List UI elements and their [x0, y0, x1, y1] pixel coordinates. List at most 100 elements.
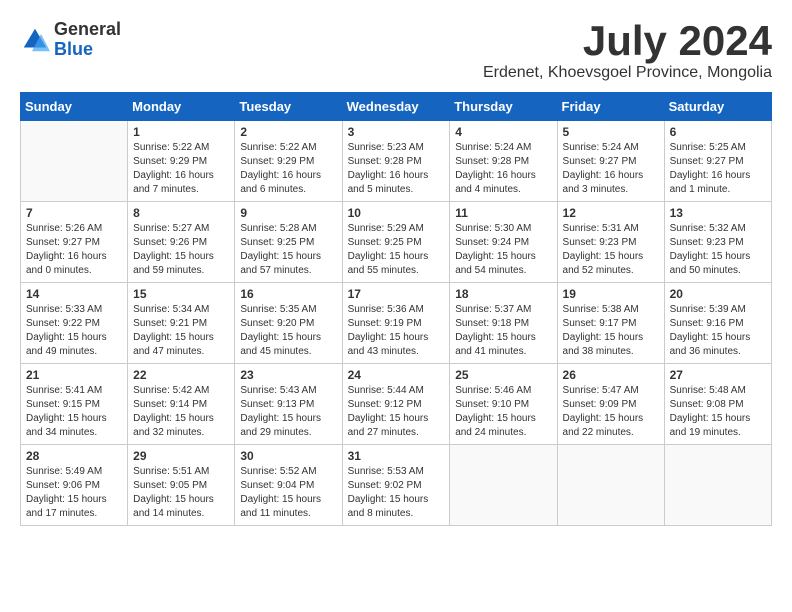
table-row: 6 Sunrise: 5:25 AM Sunset: 9:27 PM Daylig…: [664, 121, 771, 202]
day-number: 10: [348, 206, 445, 220]
day-number: 27: [670, 368, 766, 382]
day-number: 19: [563, 287, 659, 301]
header: General Blue July 2024 Erdenet, Khoevsgo…: [20, 20, 772, 82]
day-info: Sunrise: 5:44 AM Sunset: 9:12 PM Dayligh…: [348, 384, 445, 440]
table-row: 20 Sunrise: 5:39 AM Sunset: 9:16 PM Dayli…: [664, 283, 771, 364]
table-row: 10 Sunrise: 5:29 AM Sunset: 9:25 PM Dayli…: [342, 202, 450, 283]
table-row: 30Sunrise: 5:52 AM Sunset: 9:04 PM Dayli…: [235, 445, 342, 526]
day-number: 9: [240, 206, 336, 220]
day-number: 26: [563, 368, 659, 382]
day-number: 1: [133, 125, 229, 139]
table-row: [21, 121, 128, 202]
table-row: 11Sunrise: 5:30 AM Sunset: 9:24 PM Dayli…: [450, 202, 557, 283]
header-monday: Monday: [128, 93, 235, 121]
table-row: 21 Sunrise: 5:41 AM Sunset: 9:15 PM Dayli…: [21, 364, 128, 445]
day-number: 2: [240, 125, 336, 139]
header-saturday: Saturday: [664, 93, 771, 121]
day-info: Sunrise: 5:24 AM Sunset: 9:28 PM Dayligh…: [455, 141, 551, 197]
day-info: Sunrise: 5:33 AM Sunset: 9:22 PM Dayligh…: [26, 303, 122, 359]
day-info: Sunrise: 5:41 AM Sunset: 9:15 PM Dayligh…: [26, 384, 122, 440]
day-info: Sunrise: 5:27 AM Sunset: 9:26 PM Dayligh…: [133, 222, 229, 278]
table-row: 22Sunrise: 5:42 AM Sunset: 9:14 PM Dayli…: [128, 364, 235, 445]
table-row: 1 Sunrise: 5:22 AM Sunset: 9:29 PM Daylig…: [128, 121, 235, 202]
day-info: Sunrise: 5:47 AM Sunset: 9:09 PM Dayligh…: [563, 384, 659, 440]
day-info: Sunrise: 5:48 AM Sunset: 9:08 PM Dayligh…: [670, 384, 766, 440]
day-info: Sunrise: 5:36 AM Sunset: 9:19 PM Dayligh…: [348, 303, 445, 359]
table-row: 23 Sunrise: 5:43 AM Sunset: 9:13 PM Dayli…: [235, 364, 342, 445]
day-number: 18: [455, 287, 551, 301]
day-number: 16: [240, 287, 336, 301]
logo-blue: Blue: [54, 40, 121, 60]
table-row: 25 Sunrise: 5:46 AM Sunset: 9:10 PM Dayli…: [450, 364, 557, 445]
day-number: 17: [348, 287, 445, 301]
day-number: 25: [455, 368, 551, 382]
header-sunday: Sunday: [21, 93, 128, 121]
table-row: 31Sunrise: 5:53 AM Sunset: 9:02 PM Dayli…: [342, 445, 450, 526]
day-number: 30: [240, 449, 336, 463]
day-info: Sunrise: 5:32 AM Sunset: 9:23 PM Dayligh…: [670, 222, 766, 278]
logo-text: General Blue: [54, 20, 121, 60]
day-info: Sunrise: 5:43 AM Sunset: 9:13 PM Dayligh…: [240, 384, 336, 440]
table-row: 15 Sunrise: 5:34 AM Sunset: 9:21 PM Dayli…: [128, 283, 235, 364]
header-friday: Friday: [557, 93, 664, 121]
day-number: 20: [670, 287, 766, 301]
table-row: 3 Sunrise: 5:23 AM Sunset: 9:28 PM Daylig…: [342, 121, 450, 202]
table-row: 28 Sunrise: 5:49 AM Sunset: 9:06 PM Dayli…: [21, 445, 128, 526]
day-number: 3: [348, 125, 445, 139]
table-row: [557, 445, 664, 526]
day-number: 21: [26, 368, 122, 382]
day-number: 5: [563, 125, 659, 139]
calendar-week-row: 7Sunrise: 5:26 AM Sunset: 9:27 PM Daylig…: [21, 202, 772, 283]
day-info: Sunrise: 5:25 AM Sunset: 9:27 PM Dayligh…: [670, 141, 766, 197]
table-row: [450, 445, 557, 526]
day-info: Sunrise: 5:39 AM Sunset: 9:16 PM Dayligh…: [670, 303, 766, 359]
day-number: 4: [455, 125, 551, 139]
header-thursday: Thursday: [450, 93, 557, 121]
day-info: Sunrise: 5:51 AM Sunset: 9:05 PM Dayligh…: [133, 465, 229, 521]
table-row: 13Sunrise: 5:32 AM Sunset: 9:23 PM Dayli…: [664, 202, 771, 283]
day-info: Sunrise: 5:46 AM Sunset: 9:10 PM Dayligh…: [455, 384, 551, 440]
day-number: 6: [670, 125, 766, 139]
day-info: Sunrise: 5:49 AM Sunset: 9:06 PM Dayligh…: [26, 465, 122, 521]
day-info: Sunrise: 5:24 AM Sunset: 9:27 PM Dayligh…: [563, 141, 659, 197]
day-number: 12: [563, 206, 659, 220]
table-row: 2 Sunrise: 5:22 AM Sunset: 9:29 PM Daylig…: [235, 121, 342, 202]
day-info: Sunrise: 5:34 AM Sunset: 9:21 PM Dayligh…: [133, 303, 229, 359]
day-number: 15: [133, 287, 229, 301]
day-number: 23: [240, 368, 336, 382]
table-row: 26 Sunrise: 5:47 AM Sunset: 9:09 PM Dayli…: [557, 364, 664, 445]
day-info: Sunrise: 5:23 AM Sunset: 9:28 PM Dayligh…: [348, 141, 445, 197]
day-info: Sunrise: 5:22 AM Sunset: 9:29 PM Dayligh…: [133, 141, 229, 197]
day-info: Sunrise: 5:42 AM Sunset: 9:14 PM Dayligh…: [133, 384, 229, 440]
day-info: Sunrise: 5:30 AM Sunset: 9:24 PM Dayligh…: [455, 222, 551, 278]
day-info: Sunrise: 5:35 AM Sunset: 9:20 PM Dayligh…: [240, 303, 336, 359]
logo: General Blue: [20, 20, 121, 60]
day-number: 7: [26, 206, 122, 220]
location-title: Erdenet, Khoevsgoel Province, Mongolia: [483, 64, 772, 82]
day-info: Sunrise: 5:31 AM Sunset: 9:23 PM Dayligh…: [563, 222, 659, 278]
table-row: 14Sunrise: 5:33 AM Sunset: 9:22 PM Dayli…: [21, 283, 128, 364]
calendar-week-row: 28 Sunrise: 5:49 AM Sunset: 9:06 PM Dayli…: [21, 445, 772, 526]
day-info: Sunrise: 5:28 AM Sunset: 9:25 PM Dayligh…: [240, 222, 336, 278]
table-row: [664, 445, 771, 526]
calendar-week-row: 21 Sunrise: 5:41 AM Sunset: 9:15 PM Dayli…: [21, 364, 772, 445]
header-tuesday: Tuesday: [235, 93, 342, 121]
table-row: 24 Sunrise: 5:44 AM Sunset: 9:12 PM Dayli…: [342, 364, 450, 445]
day-number: 31: [348, 449, 445, 463]
table-row: 27 Sunrise: 5:48 AM Sunset: 9:08 PM Dayli…: [664, 364, 771, 445]
weekday-header-row: Sunday Monday Tuesday Wednesday Thursday…: [21, 93, 772, 121]
day-info: Sunrise: 5:22 AM Sunset: 9:29 PM Dayligh…: [240, 141, 336, 197]
logo-general: General: [54, 20, 121, 40]
table-row: 19Sunrise: 5:38 AM Sunset: 9:17 PM Dayli…: [557, 283, 664, 364]
table-row: 16 Sunrise: 5:35 AM Sunset: 9:20 PM Dayli…: [235, 283, 342, 364]
day-info: Sunrise: 5:29 AM Sunset: 9:25 PM Dayligh…: [348, 222, 445, 278]
table-row: 18Sunrise: 5:37 AM Sunset: 9:18 PM Dayli…: [450, 283, 557, 364]
day-number: 28: [26, 449, 122, 463]
table-row: 9 Sunrise: 5:28 AM Sunset: 9:25 PM Daylig…: [235, 202, 342, 283]
table-row: 7Sunrise: 5:26 AM Sunset: 9:27 PM Daylig…: [21, 202, 128, 283]
day-number: 24: [348, 368, 445, 382]
page-container: General Blue July 2024 Erdenet, Khoevsgo…: [20, 20, 772, 526]
table-row: 8Sunrise: 5:27 AM Sunset: 9:26 PM Daylig…: [128, 202, 235, 283]
calendar-week-row: 14Sunrise: 5:33 AM Sunset: 9:22 PM Dayli…: [21, 283, 772, 364]
table-row: 5 Sunrise: 5:24 AM Sunset: 9:27 PM Daylig…: [557, 121, 664, 202]
